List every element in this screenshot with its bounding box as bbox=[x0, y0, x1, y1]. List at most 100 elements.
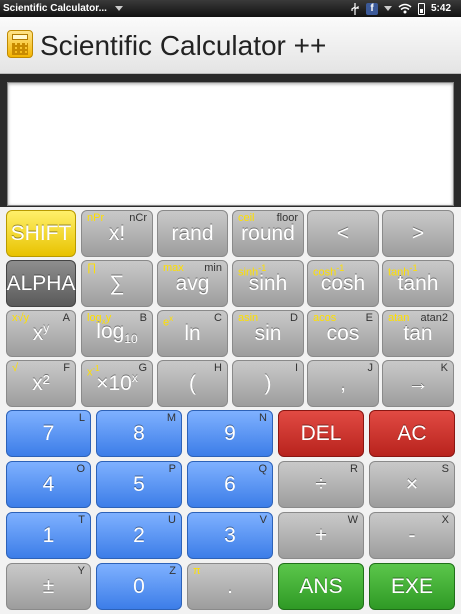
letter-b-label: B bbox=[139, 312, 147, 324]
sin-label: sin bbox=[254, 321, 282, 345]
status-app-name[interactable]: Scientific Calculator... bbox=[0, 3, 107, 14]
digit-0-label: 0 bbox=[133, 574, 145, 598]
letter-m-label: M bbox=[166, 412, 176, 424]
letter-a-label: A bbox=[62, 312, 70, 324]
all-clear-label: AC bbox=[397, 421, 427, 445]
digit-8-label: 8 bbox=[133, 421, 145, 445]
subtract-button[interactable]: X - bbox=[369, 512, 455, 559]
digit-4-button[interactable]: O 4 bbox=[6, 461, 91, 508]
keypad: SHIFT nPr nCr x! rand ceil floor round <… bbox=[0, 207, 461, 614]
product-label: ∏ bbox=[87, 262, 97, 274]
notification-caret-icon[interactable] bbox=[383, 2, 392, 15]
digit-2-label: 2 bbox=[133, 523, 145, 547]
digit-3-label: 3 bbox=[224, 523, 236, 547]
cos-button[interactable]: acos E cos bbox=[307, 310, 379, 357]
less-than-label: < bbox=[336, 221, 350, 245]
tan-button[interactable]: atan atan2 tan bbox=[382, 310, 454, 357]
facebook-icon[interactable]: f bbox=[365, 2, 378, 15]
square-button[interactable]: √ F x² bbox=[6, 360, 76, 407]
power-button[interactable]: x√y A xy bbox=[6, 310, 76, 357]
add-button[interactable]: W + bbox=[278, 512, 364, 559]
all-clear-button[interactable]: AC bbox=[369, 410, 455, 457]
open-paren-button[interactable]: H ( bbox=[157, 360, 228, 407]
letter-r-label: R bbox=[350, 463, 358, 475]
shift-button[interactable]: SHIFT bbox=[6, 210, 76, 257]
divide-button[interactable]: R ÷ bbox=[278, 461, 364, 508]
status-icons: f 5:42 bbox=[350, 0, 451, 17]
digit-1-label: 1 bbox=[42, 523, 55, 547]
letter-p-label: P bbox=[168, 463, 176, 475]
exp10-button[interactable]: x-1 G ×10x bbox=[81, 360, 153, 407]
npr-label: nPr bbox=[87, 212, 105, 224]
tan-label: tan bbox=[403, 321, 433, 345]
digit-9-button[interactable]: N 9 bbox=[187, 410, 273, 457]
comma-button[interactable]: J , bbox=[307, 360, 379, 407]
letter-f-label: F bbox=[63, 362, 70, 374]
arrow-right-icon: → bbox=[407, 371, 429, 395]
letter-k-label: K bbox=[440, 362, 448, 374]
factorial-button[interactable]: nPr nCr x! bbox=[81, 210, 153, 257]
multiply-button[interactable]: S × bbox=[369, 461, 455, 508]
greater-than-label: > bbox=[411, 221, 425, 245]
ln-button[interactable]: ex C ln bbox=[157, 310, 228, 357]
usb-icon bbox=[350, 2, 360, 15]
digit-7-label: 7 bbox=[42, 421, 55, 445]
execute-label: EXE bbox=[390, 574, 434, 598]
calculator-display[interactable] bbox=[7, 82, 454, 206]
negate-label: ± bbox=[42, 574, 55, 598]
digit-2-button[interactable]: U 2 bbox=[96, 512, 182, 559]
power-sup: y bbox=[43, 321, 50, 335]
round-button[interactable]: ceil floor round bbox=[232, 210, 304, 257]
digit-6-button[interactable]: Q 6 bbox=[187, 461, 273, 508]
digit-4-label: 4 bbox=[42, 472, 55, 496]
negate-button[interactable]: Y ± bbox=[6, 563, 91, 610]
digit-9-label: 9 bbox=[224, 421, 236, 445]
sum-button[interactable]: ∏ ∑ bbox=[81, 260, 153, 307]
cursor-left-button[interactable]: < bbox=[307, 210, 379, 257]
answer-button[interactable]: ANS bbox=[278, 563, 364, 610]
wifi-icon bbox=[398, 2, 412, 15]
alpha-label: ALPHA bbox=[6, 271, 76, 295]
close-paren-button[interactable]: I ) bbox=[232, 360, 304, 407]
power-base: x bbox=[32, 322, 44, 345]
digit-0-button[interactable]: Z 0 bbox=[96, 563, 182, 610]
letter-z-label: Z bbox=[169, 565, 176, 577]
digit-3-button[interactable]: V 3 bbox=[187, 512, 273, 559]
close-paren-label: ) bbox=[264, 371, 272, 395]
sin-button[interactable]: asin D sin bbox=[232, 310, 304, 357]
comma-label: , bbox=[340, 371, 346, 395]
letter-o-label: O bbox=[76, 463, 85, 475]
letter-c-label: C bbox=[214, 312, 222, 324]
digit-7-button[interactable]: L 7 bbox=[6, 410, 91, 457]
digit-1-button[interactable]: T 1 bbox=[6, 512, 91, 559]
tanh-button[interactable]: tanh-1 tanh bbox=[382, 260, 454, 307]
sum-label: ∑ bbox=[109, 271, 125, 295]
log10-label: log10 bbox=[96, 320, 137, 346]
alpha-button[interactable]: ALPHA bbox=[6, 260, 76, 307]
letter-u-label: U bbox=[168, 514, 176, 526]
rand-button[interactable]: rand bbox=[157, 210, 228, 257]
letter-v-label: V bbox=[259, 514, 267, 526]
log10-button[interactable]: logxy B log10 bbox=[81, 310, 153, 357]
app-menu-caret-icon[interactable] bbox=[114, 6, 123, 11]
cursor-right-button[interactable]: > bbox=[382, 210, 454, 257]
app-header: Scientific Calculator ++ bbox=[0, 17, 461, 74]
digit-5-button[interactable]: P 5 bbox=[96, 461, 182, 508]
exp-sup: x bbox=[169, 314, 174, 323]
digit-8-button[interactable]: M 8 bbox=[96, 410, 182, 457]
decimal-button[interactable]: π . bbox=[187, 563, 273, 610]
letter-w-label: W bbox=[347, 514, 358, 526]
sinh-button[interactable]: sinh-1 sinh bbox=[232, 260, 304, 307]
letter-g-label: G bbox=[138, 362, 147, 374]
avg-button[interactable]: max min avg bbox=[157, 260, 228, 307]
exp10-label: ×10x bbox=[96, 371, 138, 396]
digit-6-label: 6 bbox=[224, 472, 236, 496]
store-arrow-button[interactable]: K → bbox=[382, 360, 454, 407]
delete-button[interactable]: DEL bbox=[278, 410, 364, 457]
letter-s-label: S bbox=[441, 463, 449, 475]
factorial-label: x! bbox=[108, 221, 126, 245]
execute-button[interactable]: EXE bbox=[369, 563, 455, 610]
log-base: log bbox=[96, 320, 125, 344]
root-label: x√y bbox=[12, 312, 30, 324]
cosh-button[interactable]: cosh-1 cosh bbox=[307, 260, 379, 307]
